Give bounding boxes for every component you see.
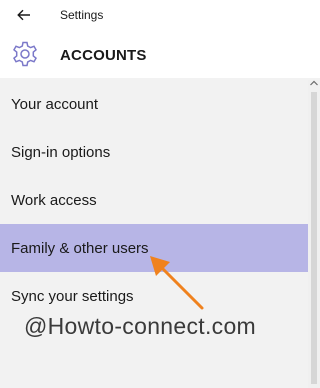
- scrollbar-thumb[interactable]: [311, 92, 317, 384]
- scroll-up-button[interactable]: [308, 80, 320, 92]
- nav-item-your-account[interactable]: Your account: [0, 80, 308, 128]
- gear-icon: [13, 41, 37, 67]
- back-button[interactable]: [9, 3, 39, 27]
- header: Settings ACCOUNTS: [0, 0, 320, 78]
- back-arrow-icon: [17, 9, 30, 21]
- chevron-up-icon: [310, 80, 318, 86]
- nav-item-sign-in-options[interactable]: Sign-in options: [0, 128, 308, 176]
- vertical-scrollbar[interactable]: [308, 80, 320, 388]
- window-title: Settings: [60, 8, 104, 22]
- settings-window: Settings ACCOUNTS Your account Sign-in o…: [0, 0, 320, 388]
- nav-item-work-access[interactable]: Work access: [0, 176, 308, 224]
- page-title: ACCOUNTS: [60, 47, 147, 64]
- watermark-text: @Howto-connect.com: [24, 313, 256, 339]
- orange-arrow-annotation: [150, 256, 204, 310]
